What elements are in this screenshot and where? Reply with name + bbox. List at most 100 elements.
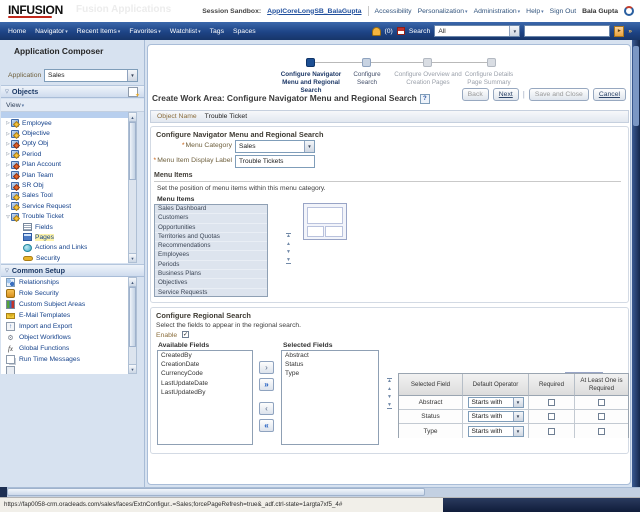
scroll-down-icon[interactable]: ▼ (129, 253, 136, 262)
collapse-icon[interactable]: ▽ (5, 268, 9, 274)
tree-item-fields[interactable]: Fields (1, 222, 128, 232)
shuttle-remove-all-button[interactable]: « (259, 419, 274, 432)
application-select[interactable]: Sales▼ (44, 69, 138, 82)
tree-item-trouble-ticket[interactable]: ▽Trouble Ticket (1, 212, 128, 222)
available-field-option[interactable]: LastUpdatedBy (158, 388, 252, 397)
dropdown-arrow-icon[interactable]: ▼ (513, 412, 523, 421)
menu-item-option[interactable]: Opportunities (155, 224, 267, 233)
menu-item-option[interactable]: Periods (155, 261, 267, 270)
shuttle-remove-button[interactable]: ‹ (259, 402, 274, 415)
common-setup-panel-header[interactable]: ▽ Common Setup (1, 264, 144, 277)
tree-item-plan-account[interactable]: ▷Plan Account (1, 160, 128, 170)
scroll-up-icon[interactable]: ▲ (129, 113, 136, 122)
tree-item-security[interactable]: Security (1, 253, 128, 263)
menu-item-option[interactable]: Business Plans (155, 270, 267, 279)
train-step-2-marker[interactable] (362, 58, 371, 67)
link-sign-out[interactable]: Sign Out (550, 8, 576, 15)
tree-item-objective[interactable]: ▷Objective (1, 128, 128, 138)
menu-administration[interactable]: Administration▾ (474, 8, 521, 15)
menu-item-option[interactable]: Sales Dashboard (155, 205, 267, 214)
common-setup-scrollbar[interactable]: ▲ ▼ (128, 277, 137, 374)
nav-home[interactable]: Home (8, 28, 26, 35)
selected-field-option[interactable]: Abstract (282, 351, 378, 360)
tree-item-sr-obj[interactable]: ▷SR Obj (1, 180, 128, 190)
nav-watchlist[interactable]: Watchlist▾ (170, 28, 201, 35)
common-item-partial[interactable] (1, 365, 128, 374)
collapse-icon[interactable]: ▽ (5, 89, 9, 95)
scrollbar-thumb[interactable] (129, 122, 136, 180)
view-menu-button[interactable]: View▾ (6, 102, 24, 109)
nav-recent-items[interactable]: Recent Items▾ (77, 28, 121, 35)
menu-category-select[interactable]: Sales▼ (235, 140, 315, 153)
move-up-icon[interactable]: ▲ (387, 387, 392, 392)
scrollbar-thumb[interactable] (129, 287, 136, 347)
tree-item-period[interactable]: ▷Period (1, 149, 128, 159)
scrollbar-thumb[interactable] (633, 46, 639, 126)
at-least-one-checkbox[interactable] (598, 413, 605, 420)
tree-item-plan-team[interactable]: ▷Plan Team (1, 170, 128, 180)
user-avatar-icon[interactable] (624, 6, 634, 16)
tree-item-opty-obj[interactable]: ▷Opty Obj (1, 139, 128, 149)
next-button[interactable]: Next (493, 88, 519, 101)
move-up-icon[interactable]: ▲ (286, 242, 291, 247)
move-top-icon[interactable]: ▲ (387, 378, 392, 384)
nav-spaces[interactable]: Spaces (233, 28, 256, 35)
save-and-close-button[interactable]: Save and Close (529, 88, 589, 101)
common-item-global-functions[interactable]: fxGlobal Functions (1, 343, 128, 354)
tree-item-sales-tool[interactable]: ▷Sales Tool (1, 191, 128, 201)
move-bottom-icon[interactable]: ▼ (387, 403, 392, 409)
session-sandbox-link[interactable]: ApplCoreLongSB_BalaGupta (267, 8, 361, 15)
menu-item-option[interactable]: Service Requests (155, 289, 267, 297)
default-operator-select[interactable]: Starts with▼ (468, 426, 524, 437)
tree-scrollbar[interactable]: ▲ ▼ (128, 112, 137, 263)
default-operator-select[interactable]: Starts with▼ (468, 411, 524, 422)
dropdown-arrow-icon[interactable]: ▼ (509, 26, 519, 36)
scroll-up-icon[interactable]: ▲ (129, 278, 136, 287)
calendar-icon[interactable] (397, 27, 405, 35)
dropdown-arrow-icon[interactable]: ▼ (304, 141, 314, 152)
move-down-icon[interactable]: ▼ (387, 395, 392, 400)
selected-field-option[interactable]: Status (282, 360, 378, 369)
scrollbar-thumb[interactable] (7, 488, 425, 496)
menu-personalization[interactable]: Personalization▾ (418, 8, 468, 15)
train-step-2-label[interactable]: Configure Search (343, 71, 391, 87)
common-item-role-security[interactable]: Role Security (1, 288, 128, 299)
shuttle-move-all-button[interactable]: » (259, 378, 274, 391)
enable-checkbox[interactable]: ✓ (182, 331, 189, 338)
notifications-bell-icon[interactable] (372, 27, 381, 36)
menu-help[interactable]: Help▾ (526, 8, 544, 15)
link-accessibility[interactable]: Accessibility (375, 8, 412, 15)
tree-item-service-request[interactable]: ▷Service Request (1, 201, 128, 211)
required-checkbox[interactable] (548, 428, 555, 435)
menu-item-option[interactable]: Territories and Quotas (155, 233, 267, 242)
default-operator-select[interactable]: Starts with▼ (468, 397, 524, 408)
objects-panel-header[interactable]: ▽ Objects (1, 85, 144, 98)
back-button[interactable]: Back (462, 88, 489, 101)
menu-item-option[interactable]: Objectives (155, 279, 267, 288)
required-checkbox[interactable] (548, 399, 555, 406)
cancel-button[interactable]: Cancel (593, 88, 626, 101)
search-go-button[interactable]: ► (614, 26, 624, 37)
at-least-one-checkbox[interactable] (598, 428, 605, 435)
menu-item-option[interactable]: Customers (155, 214, 267, 223)
new-object-icon[interactable] (128, 87, 138, 97)
move-bottom-icon[interactable]: ▼ (286, 258, 291, 264)
train-step-1-label[interactable]: Configure Navigator Menu and Regional Se… (272, 71, 350, 95)
dropdown-arrow-icon[interactable]: ▼ (513, 427, 523, 436)
dropdown-arrow-icon[interactable]: ▼ (127, 70, 137, 81)
selected-field-option[interactable]: Type (282, 369, 378, 378)
menu-item-option[interactable]: Employees (155, 251, 267, 260)
dropdown-arrow-icon[interactable]: ▼ (513, 398, 523, 407)
nav-navigator[interactable]: Navigator▾ (35, 28, 68, 35)
common-item-run-time-messages[interactable]: Run Time Messages (1, 354, 128, 365)
menu-item-option[interactable]: Recommendations (155, 242, 267, 251)
common-item-relationships[interactable]: Relationships (1, 277, 128, 288)
search-input[interactable] (524, 25, 610, 37)
available-field-option[interactable]: CurrencyCode (158, 369, 252, 378)
shuttle-move-button[interactable]: › (259, 361, 274, 374)
scroll-down-icon[interactable]: ▼ (129, 364, 136, 373)
available-field-option[interactable]: CreationDate (158, 360, 252, 369)
advanced-search-icon[interactable]: » (628, 28, 632, 35)
move-top-icon[interactable]: ▲ (286, 233, 291, 239)
required-checkbox[interactable] (548, 413, 555, 420)
